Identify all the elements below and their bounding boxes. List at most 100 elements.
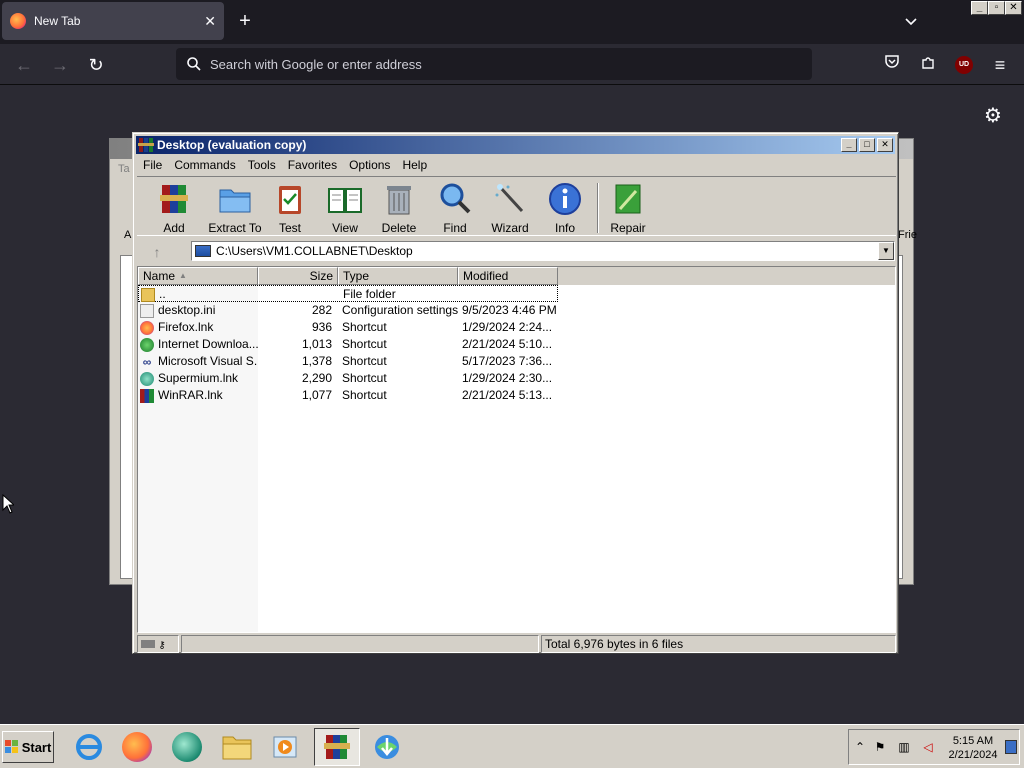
address-bar[interactable]: Search with Google or enter address: [176, 48, 812, 80]
taskbar-winrar[interactable]: [314, 728, 360, 766]
taskbar-internet-download-manager[interactable]: [364, 728, 410, 766]
status-icons: ⚷: [137, 635, 179, 653]
forward-arrow-icon[interactable]: →: [48, 53, 72, 77]
file-row[interactable]: Firefox.lnk 936 Shortcut 1/29/2024 2:24.…: [138, 319, 895, 336]
test-button[interactable]: Test: [260, 181, 320, 235]
back-arrow-icon[interactable]: ←: [12, 53, 36, 77]
taskbar-internet-explorer[interactable]: [66, 728, 112, 766]
mouse-cursor-icon: [2, 494, 14, 514]
file-row[interactable]: Internet Downloa... 1,013 Shortcut 2/21/…: [138, 336, 895, 353]
list-all-tabs-icon[interactable]: [902, 12, 920, 30]
current-path: C:\Users\VM1.COLLABNET\Desktop: [216, 244, 413, 258]
winrar-window: Desktop (evaluation copy) _ □ ✕ File Com…: [132, 132, 899, 654]
find-button[interactable]: Find: [425, 181, 485, 235]
menu-tools[interactable]: Tools: [242, 158, 282, 172]
close-button[interactable]: ✕: [1005, 1, 1022, 15]
column-name[interactable]: Name ▲: [138, 267, 258, 285]
pocket-icon[interactable]: [880, 53, 904, 77]
taskbar: Start ⌃ ⚑ ▥ ◁ 5:15 AM 2/21/2024: [0, 724, 1024, 768]
file-list: Name ▲ Size Type Modified .. File folder…: [137, 266, 896, 633]
taskbar-explorer[interactable]: [214, 728, 260, 766]
column-modified[interactable]: Modified: [458, 267, 558, 285]
ini-file-icon: [140, 303, 154, 318]
repair-button[interactable]: Repair: [598, 181, 658, 235]
status-total: Total 6,976 bytes in 6 files: [541, 635, 896, 653]
ublock-origin-icon[interactable]: UD: [952, 53, 976, 77]
drive-status-icon: [141, 640, 155, 648]
file-row[interactable]: ∞ Microsoft Visual S... 1,378 Shortcut 5/…: [138, 353, 895, 370]
show-desktop-icon[interactable]: [1005, 740, 1017, 754]
address-placeholder: Search with Google or enter address: [210, 56, 422, 72]
view-button[interactable]: View: [315, 181, 375, 235]
clock-time: 5:15 AM: [952, 735, 994, 747]
status-selection: [181, 635, 539, 653]
network-icon[interactable]: ▥: [897, 740, 911, 754]
column-type[interactable]: Type: [338, 267, 458, 285]
supermium-icon: [140, 371, 154, 386]
column-size[interactable]: Size: [258, 267, 338, 285]
menu-commands[interactable]: Commands: [168, 158, 241, 172]
file-row-parent[interactable]: .. File folder: [138, 285, 558, 302]
tab-new-tab[interactable]: New Tab ✕: [2, 2, 224, 40]
menu-file[interactable]: File: [137, 158, 168, 172]
visual-studio-icon: ∞: [142, 354, 152, 369]
start-button[interactable]: Start: [2, 731, 54, 763]
wizard-button[interactable]: Wizard: [480, 181, 540, 235]
key-icon: ⚷: [158, 640, 166, 651]
winrar-icon: [140, 388, 154, 403]
extract-folder-icon: [219, 189, 251, 213]
up-arrow-icon[interactable]: ↑: [145, 243, 169, 261]
winrar-titlebar[interactable]: Desktop (evaluation copy) _ □ ✕: [136, 136, 895, 154]
background-label-ta: Ta: [118, 163, 130, 175]
wand-icon: [495, 184, 524, 213]
file-row[interactable]: Supermium.lnk 2,290 Shortcut 1/29/2024 2…: [138, 370, 895, 387]
reload-icon[interactable]: ↻: [84, 53, 108, 77]
winrar-close-button[interactable]: ✕: [877, 138, 893, 152]
volume-muted-icon[interactable]: ◁: [921, 740, 935, 754]
close-tab-icon[interactable]: ✕: [204, 13, 216, 30]
winrar-toolbar: Add Extract To Test View Delete Find Wiz…: [137, 176, 896, 236]
action-center-flag-icon[interactable]: ⚑: [873, 740, 887, 754]
clock-date: 2/21/2024: [948, 749, 998, 761]
search-icon: [187, 57, 201, 71]
extract-to-button[interactable]: Extract To: [203, 181, 267, 235]
info-button[interactable]: Info: [535, 181, 595, 235]
system-tray: ⌃ ⚑ ▥ ◁ 5:15 AM 2/21/2024: [848, 729, 1020, 765]
supermium-icon: [172, 732, 202, 762]
taskbar-firefox[interactable]: [114, 728, 160, 766]
folder-icon: [141, 287, 155, 302]
chevron-down-icon[interactable]: ▼: [878, 242, 894, 260]
background-label-frie: Frie: [898, 229, 917, 241]
firefox-icon: [10, 13, 26, 29]
winrar-minimize-button[interactable]: _: [841, 138, 857, 152]
sort-ascending-icon: ▲: [179, 271, 187, 280]
file-row[interactable]: WinRAR.lnk 1,077 Shortcut 2/21/2024 5:13…: [138, 387, 895, 404]
clock[interactable]: 5:15 AM 2/21/2024: [945, 734, 1001, 762]
idm-icon: [375, 735, 399, 759]
browser-tab-bar: New Tab ✕ + _ ▫ ✕: [0, 0, 1024, 44]
minimize-button[interactable]: _: [971, 1, 988, 15]
test-clipboard-icon: [279, 186, 301, 214]
delete-button[interactable]: Delete: [369, 181, 429, 235]
background-label-a: A: [124, 229, 132, 241]
path-combobox[interactable]: C:\Users\VM1.COLLABNET\Desktop ▼: [191, 241, 895, 261]
taskbar-supermium[interactable]: [164, 728, 210, 766]
add-button[interactable]: Add: [144, 181, 204, 235]
gear-icon[interactable]: ⚙: [982, 105, 1004, 127]
menu-options[interactable]: Options: [343, 158, 396, 172]
firefox-icon: [122, 732, 152, 762]
app-menu-icon[interactable]: ≡: [988, 53, 1012, 77]
menu-favorites[interactable]: Favorites: [282, 158, 343, 172]
restore-button[interactable]: ▫: [988, 1, 1005, 15]
extensions-icon[interactable]: [916, 53, 940, 77]
list-header: Name ▲ Size Type Modified: [138, 267, 895, 285]
repair-kit-icon: [615, 184, 641, 214]
winrar-icon: [138, 138, 154, 152]
show-hidden-icons-icon[interactable]: ⌃: [853, 740, 867, 754]
winrar-maximize-button[interactable]: □: [859, 138, 875, 152]
taskbar-media-player[interactable]: [262, 728, 308, 766]
browser-toolbar: ← → ↻ Search with Google or enter addres…: [0, 44, 1024, 85]
new-tab-button[interactable]: +: [234, 10, 256, 32]
menu-help[interactable]: Help: [396, 158, 433, 172]
file-row[interactable]: desktop.ini 282 Configuration settings 9…: [138, 302, 895, 319]
